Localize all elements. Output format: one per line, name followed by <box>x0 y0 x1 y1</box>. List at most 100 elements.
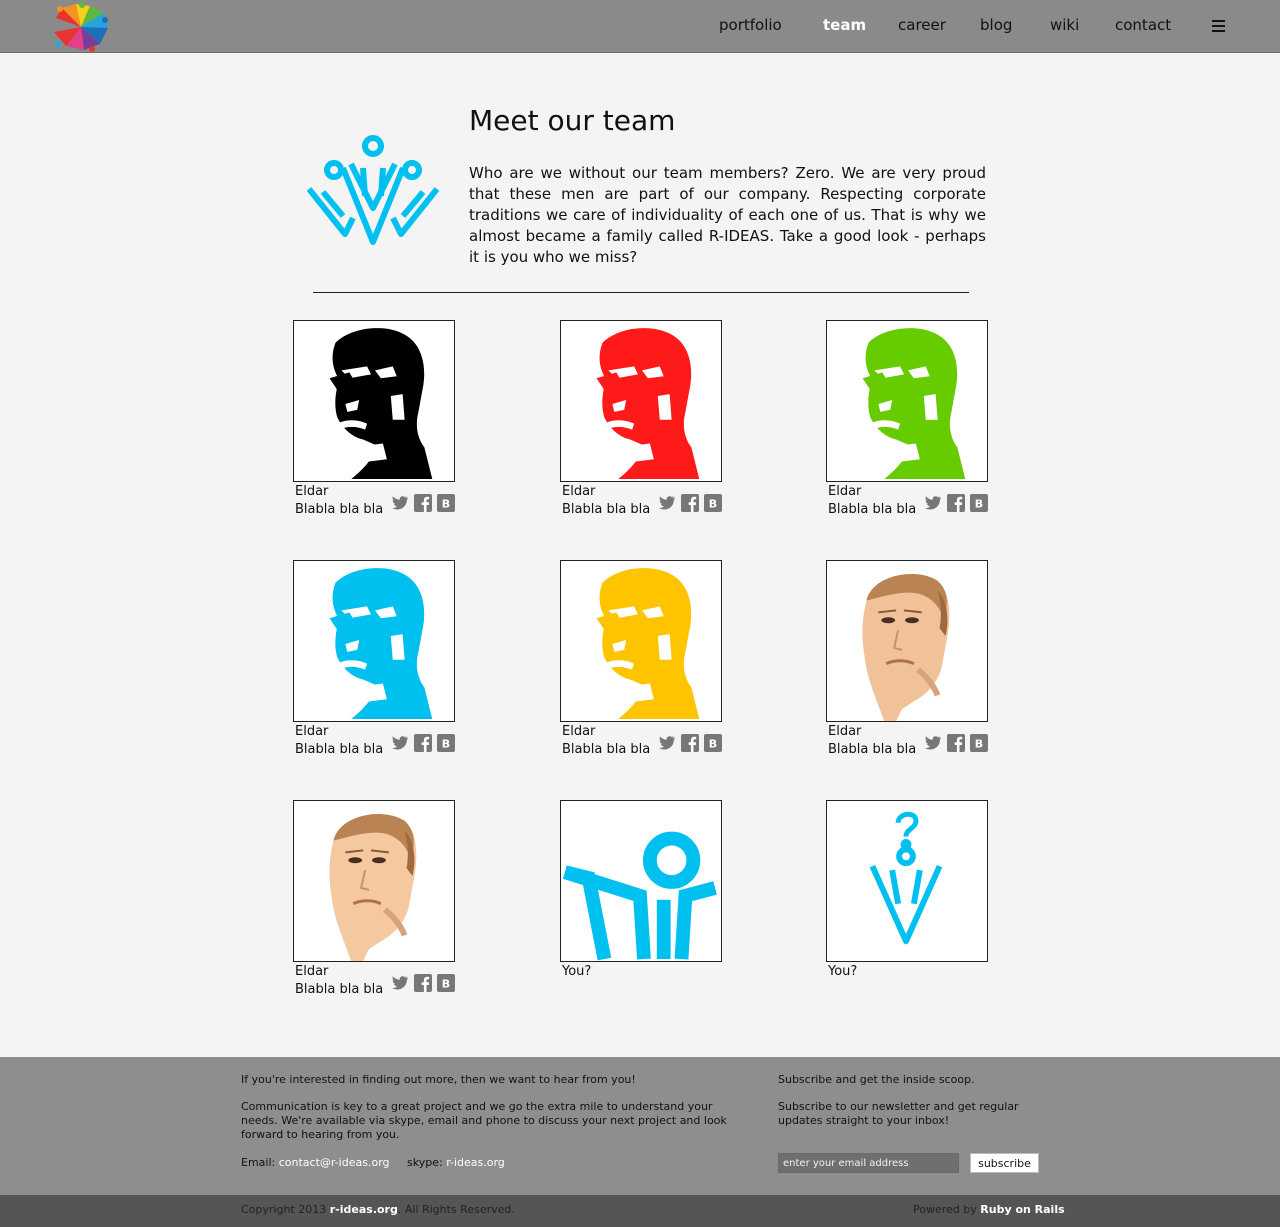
team-member-photo[interactable] <box>560 320 722 482</box>
team-member-photo[interactable] <box>293 320 455 482</box>
page-title: Meet our team <box>469 104 676 137</box>
social-links: B <box>391 974 455 992</box>
social-links: B <box>924 734 988 752</box>
social-links: B <box>924 494 988 512</box>
nav-link-team[interactable]: team <box>823 16 866 34</box>
facebook-share-link[interactable] <box>681 494 699 512</box>
footer-interest-text: If you're interested in finding out more… <box>241 1073 636 1086</box>
facebook-icon <box>414 974 432 992</box>
copyright-text: Copyright 2013 r-ideas.org. All Rights R… <box>241 1203 515 1216</box>
vk-share-link[interactable]: B <box>437 494 455 512</box>
twitter-share-link[interactable] <box>391 494 409 512</box>
twitter-icon <box>924 494 942 512</box>
svg-text:B: B <box>442 498 450 511</box>
intro-paragraph: Who are we without our team members? Zer… <box>469 164 986 266</box>
twitter-share-link[interactable] <box>658 734 676 752</box>
nav-link-portfolio[interactable]: portfolio <box>719 16 782 34</box>
twitter-share-link[interactable] <box>391 734 409 752</box>
vk-icon: B <box>437 974 455 992</box>
vacancy-card: You? <box>826 800 996 979</box>
facebook-share-link[interactable] <box>414 494 432 512</box>
team-member-photo[interactable] <box>293 560 455 722</box>
facebook-icon <box>414 734 432 752</box>
skype-label: skype: <box>407 1156 443 1169</box>
nav-link-wiki[interactable]: wiki <box>1050 16 1079 34</box>
vacancy-label: You? <box>828 964 858 979</box>
facebook-icon <box>947 734 965 752</box>
vk-icon: B <box>970 494 988 512</box>
twitter-icon <box>658 494 676 512</box>
copyright-site-link[interactable]: r-ideas.org <box>330 1203 398 1216</box>
team-member-card: Eldar Blabla bla bla B <box>293 560 463 757</box>
facebook-icon <box>681 734 699 752</box>
svg-text:B: B <box>709 498 717 511</box>
skype-link[interactable]: r-ideas.org <box>446 1156 505 1169</box>
social-links: B <box>658 494 722 512</box>
twitter-share-link[interactable] <box>924 494 942 512</box>
top-navigation-bar: portfolio team career blog wiki contact <box>0 0 1280 53</box>
team-member-card: Eldar Blabla bla bla B <box>826 320 996 517</box>
twitter-icon <box>658 734 676 752</box>
team-member-card: Eldar Blabla bla bla B <box>826 560 996 757</box>
vk-icon: B <box>437 734 455 752</box>
vacancy-card: You? <box>560 800 730 979</box>
vacancy-photo[interactable] <box>826 800 988 962</box>
twitter-icon <box>924 734 942 752</box>
vk-share-link[interactable]: B <box>437 974 455 992</box>
team-member-photo[interactable] <box>826 560 988 722</box>
facebook-icon <box>414 494 432 512</box>
vk-icon: B <box>437 494 455 512</box>
facebook-icon <box>947 494 965 512</box>
vk-share-link[interactable]: B <box>437 734 455 752</box>
section-divider <box>313 292 969 293</box>
nav-link-career[interactable]: career <box>898 16 946 34</box>
facebook-share-link[interactable] <box>414 734 432 752</box>
company-logo[interactable] <box>52 2 110 52</box>
team-member-card: Eldar Blabla bla bla B <box>560 560 730 757</box>
team-member-card: Eldar Blabla bla bla B <box>293 320 463 517</box>
subscribe-title: Subscribe and get the inside scoop. <box>778 1073 975 1086</box>
team-member-photo[interactable] <box>293 800 455 962</box>
facebook-icon <box>681 494 699 512</box>
team-member-card: Eldar Blabla bla bla B <box>293 800 463 997</box>
powered-by-text: Powered by Ruby on Rails <box>913 1203 1065 1216</box>
copyright-suffix: . All Rights Reserved. <box>397 1203 515 1216</box>
facebook-share-link[interactable] <box>414 974 432 992</box>
nav-link-contact[interactable]: contact <box>1115 16 1171 34</box>
twitter-icon <box>391 974 409 992</box>
vk-share-link[interactable]: B <box>704 494 722 512</box>
vk-share-link[interactable]: B <box>970 494 988 512</box>
question-person-icon <box>827 801 987 961</box>
person-arms-icon <box>561 801 721 961</box>
social-links: B <box>391 494 455 512</box>
twitter-share-link[interactable] <box>924 734 942 752</box>
facebook-share-link[interactable] <box>947 494 965 512</box>
twitter-share-link[interactable] <box>391 974 409 992</box>
subscribe-text: Subscribe to our newsletter and get regu… <box>778 1100 1019 1127</box>
facebook-share-link[interactable] <box>681 734 699 752</box>
newsletter-email-input[interactable] <box>778 1153 959 1173</box>
vacancy-photo[interactable] <box>560 800 722 962</box>
vk-share-link[interactable]: B <box>704 734 722 752</box>
email-link[interactable]: contact@r-ideas.org <box>279 1156 390 1169</box>
email-label: Email: <box>241 1156 276 1169</box>
social-links: B <box>391 734 455 752</box>
subscribe-button[interactable]: subscribe <box>970 1153 1039 1173</box>
vk-icon: B <box>970 734 988 752</box>
facebook-share-link[interactable] <box>947 734 965 752</box>
team-emblem-icon <box>305 134 441 246</box>
vk-icon: B <box>704 494 722 512</box>
team-member-photo[interactable] <box>560 560 722 722</box>
footer: If you're interested in finding out more… <box>0 1057 1280 1195</box>
powered-by-link[interactable]: Ruby on Rails <box>980 1203 1064 1216</box>
twitter-share-link[interactable] <box>658 494 676 512</box>
vk-share-link[interactable]: B <box>970 734 988 752</box>
team-member-photo[interactable] <box>826 320 988 482</box>
social-links: B <box>658 734 722 752</box>
hamburger-icon[interactable] <box>1212 20 1225 32</box>
twitter-icon <box>391 734 409 752</box>
powered-prefix: Powered by <box>913 1203 977 1216</box>
nav-link-blog[interactable]: blog <box>980 16 1012 34</box>
footer-communication-text: Communication is key to a great project … <box>241 1100 727 1141</box>
vacancy-label: You? <box>562 964 592 979</box>
